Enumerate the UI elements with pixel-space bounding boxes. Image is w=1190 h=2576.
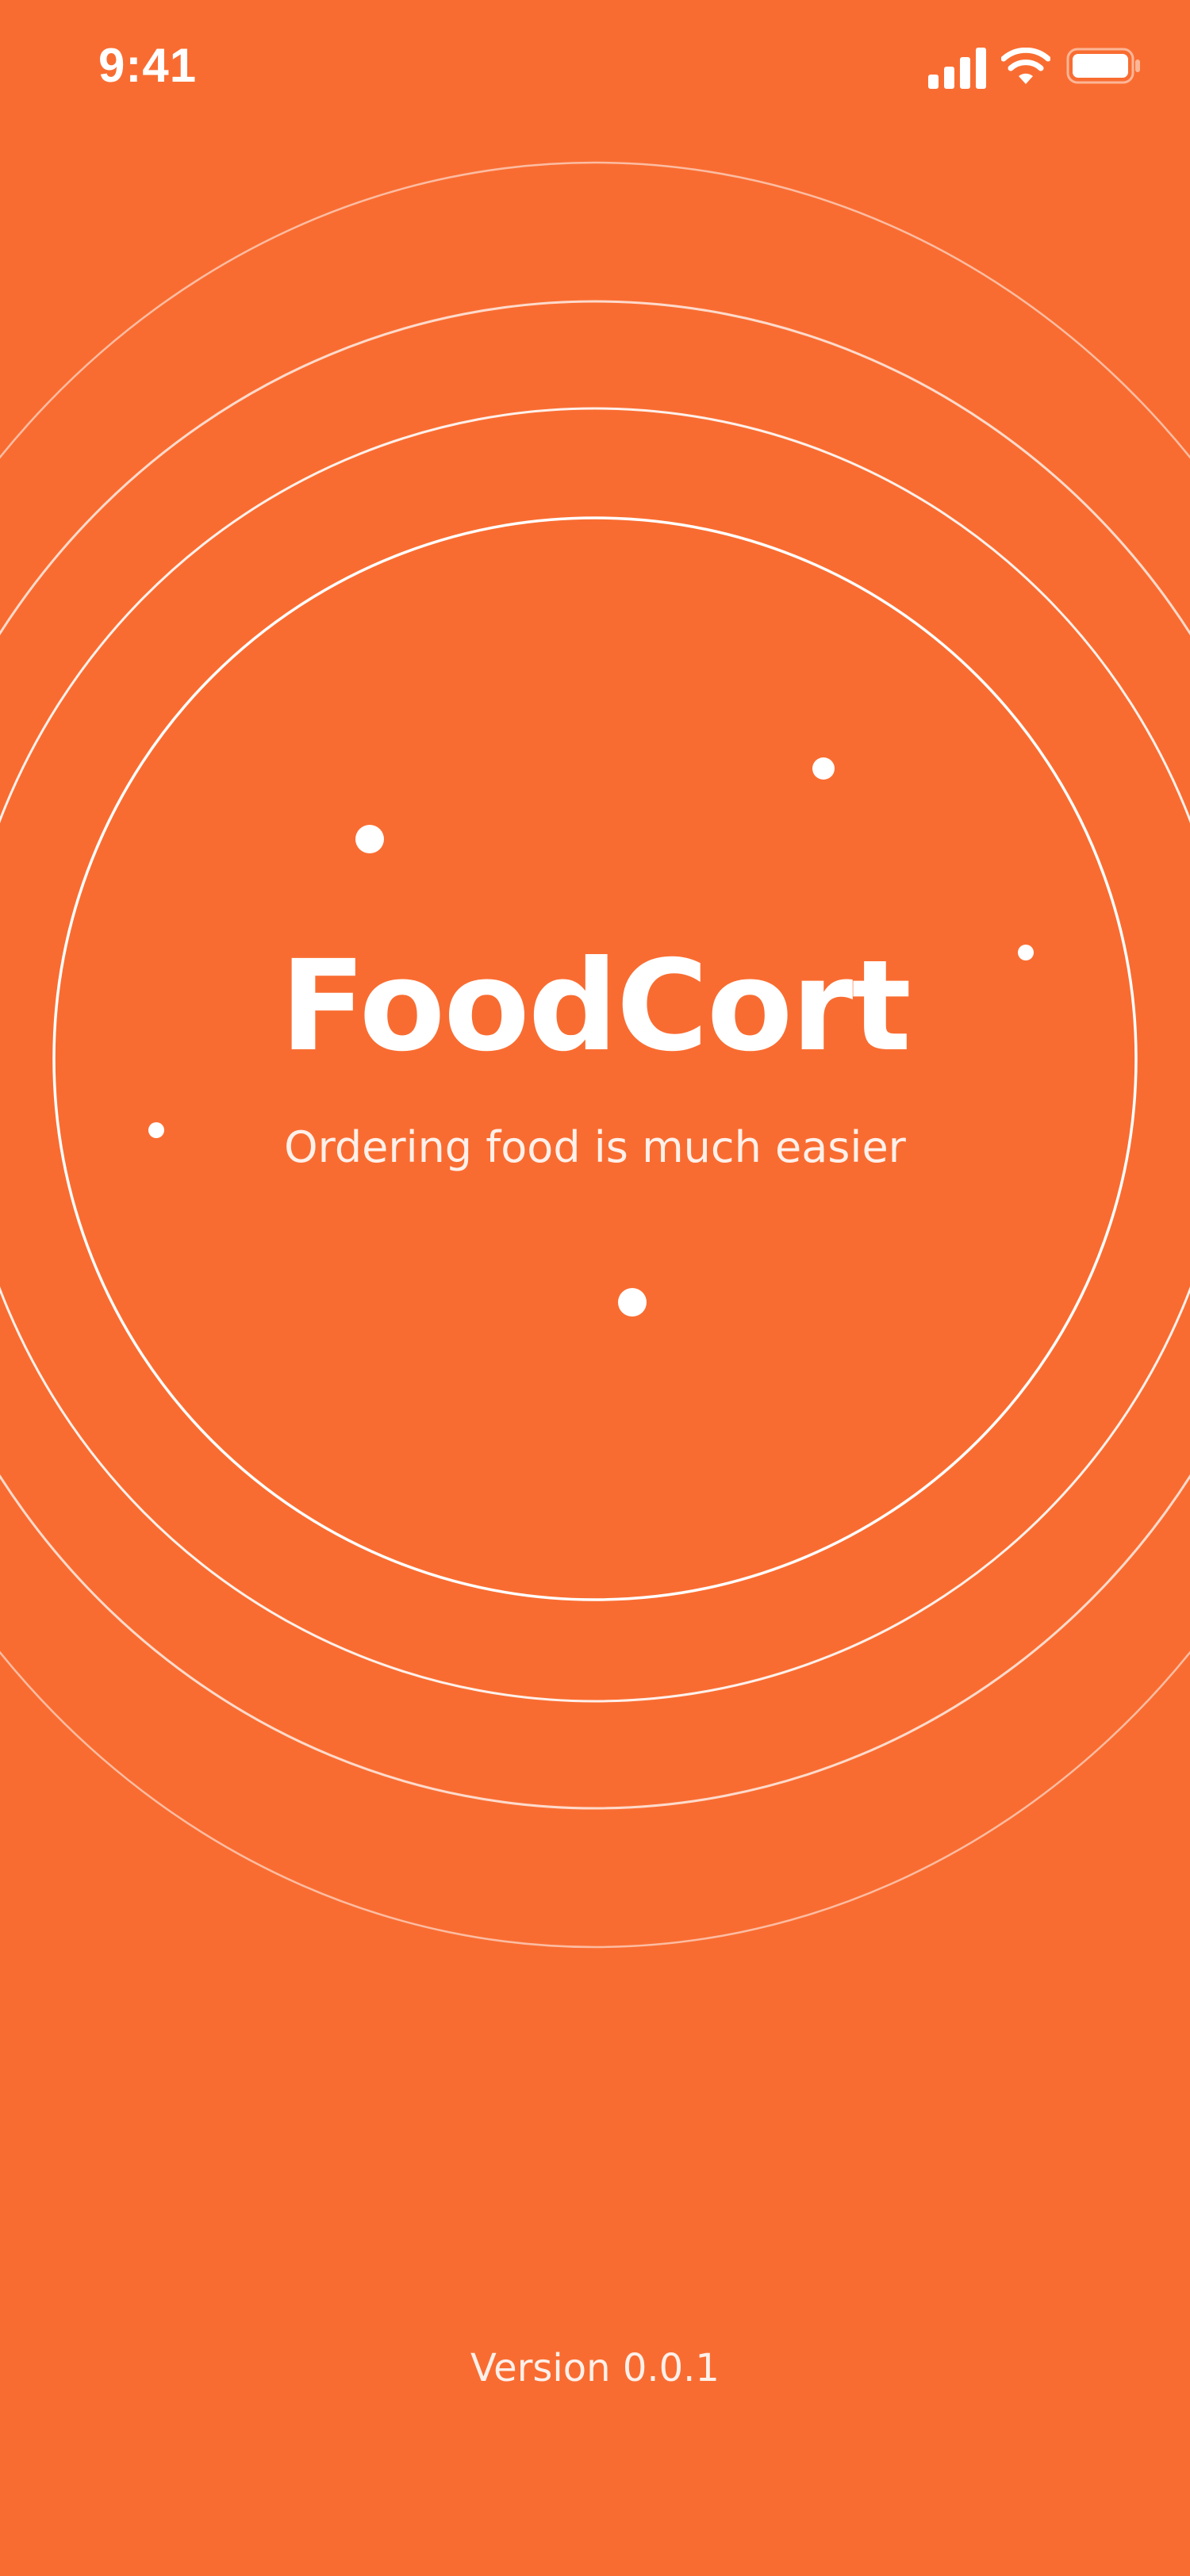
concentric-rings-decoration xyxy=(0,162,1190,1948)
app-title: FoodCort xyxy=(280,933,912,1079)
app-tagline: Ordering food is much easier xyxy=(284,1122,906,1172)
sparkle-dot xyxy=(355,825,384,853)
wifi-icon xyxy=(1001,48,1050,84)
sparkle-dot xyxy=(618,1288,647,1317)
sparkle-dot xyxy=(812,757,835,780)
battery-icon xyxy=(1066,48,1140,84)
splash-screen: 9:41 FoodCort Ordering food is much easi… xyxy=(0,0,1190,2576)
status-bar: 9:41 xyxy=(0,0,1190,143)
cellular-signal-icon xyxy=(928,48,986,89)
status-time: 9:41 xyxy=(98,39,198,92)
version-label: Version 0.0.1 xyxy=(470,2346,720,2390)
